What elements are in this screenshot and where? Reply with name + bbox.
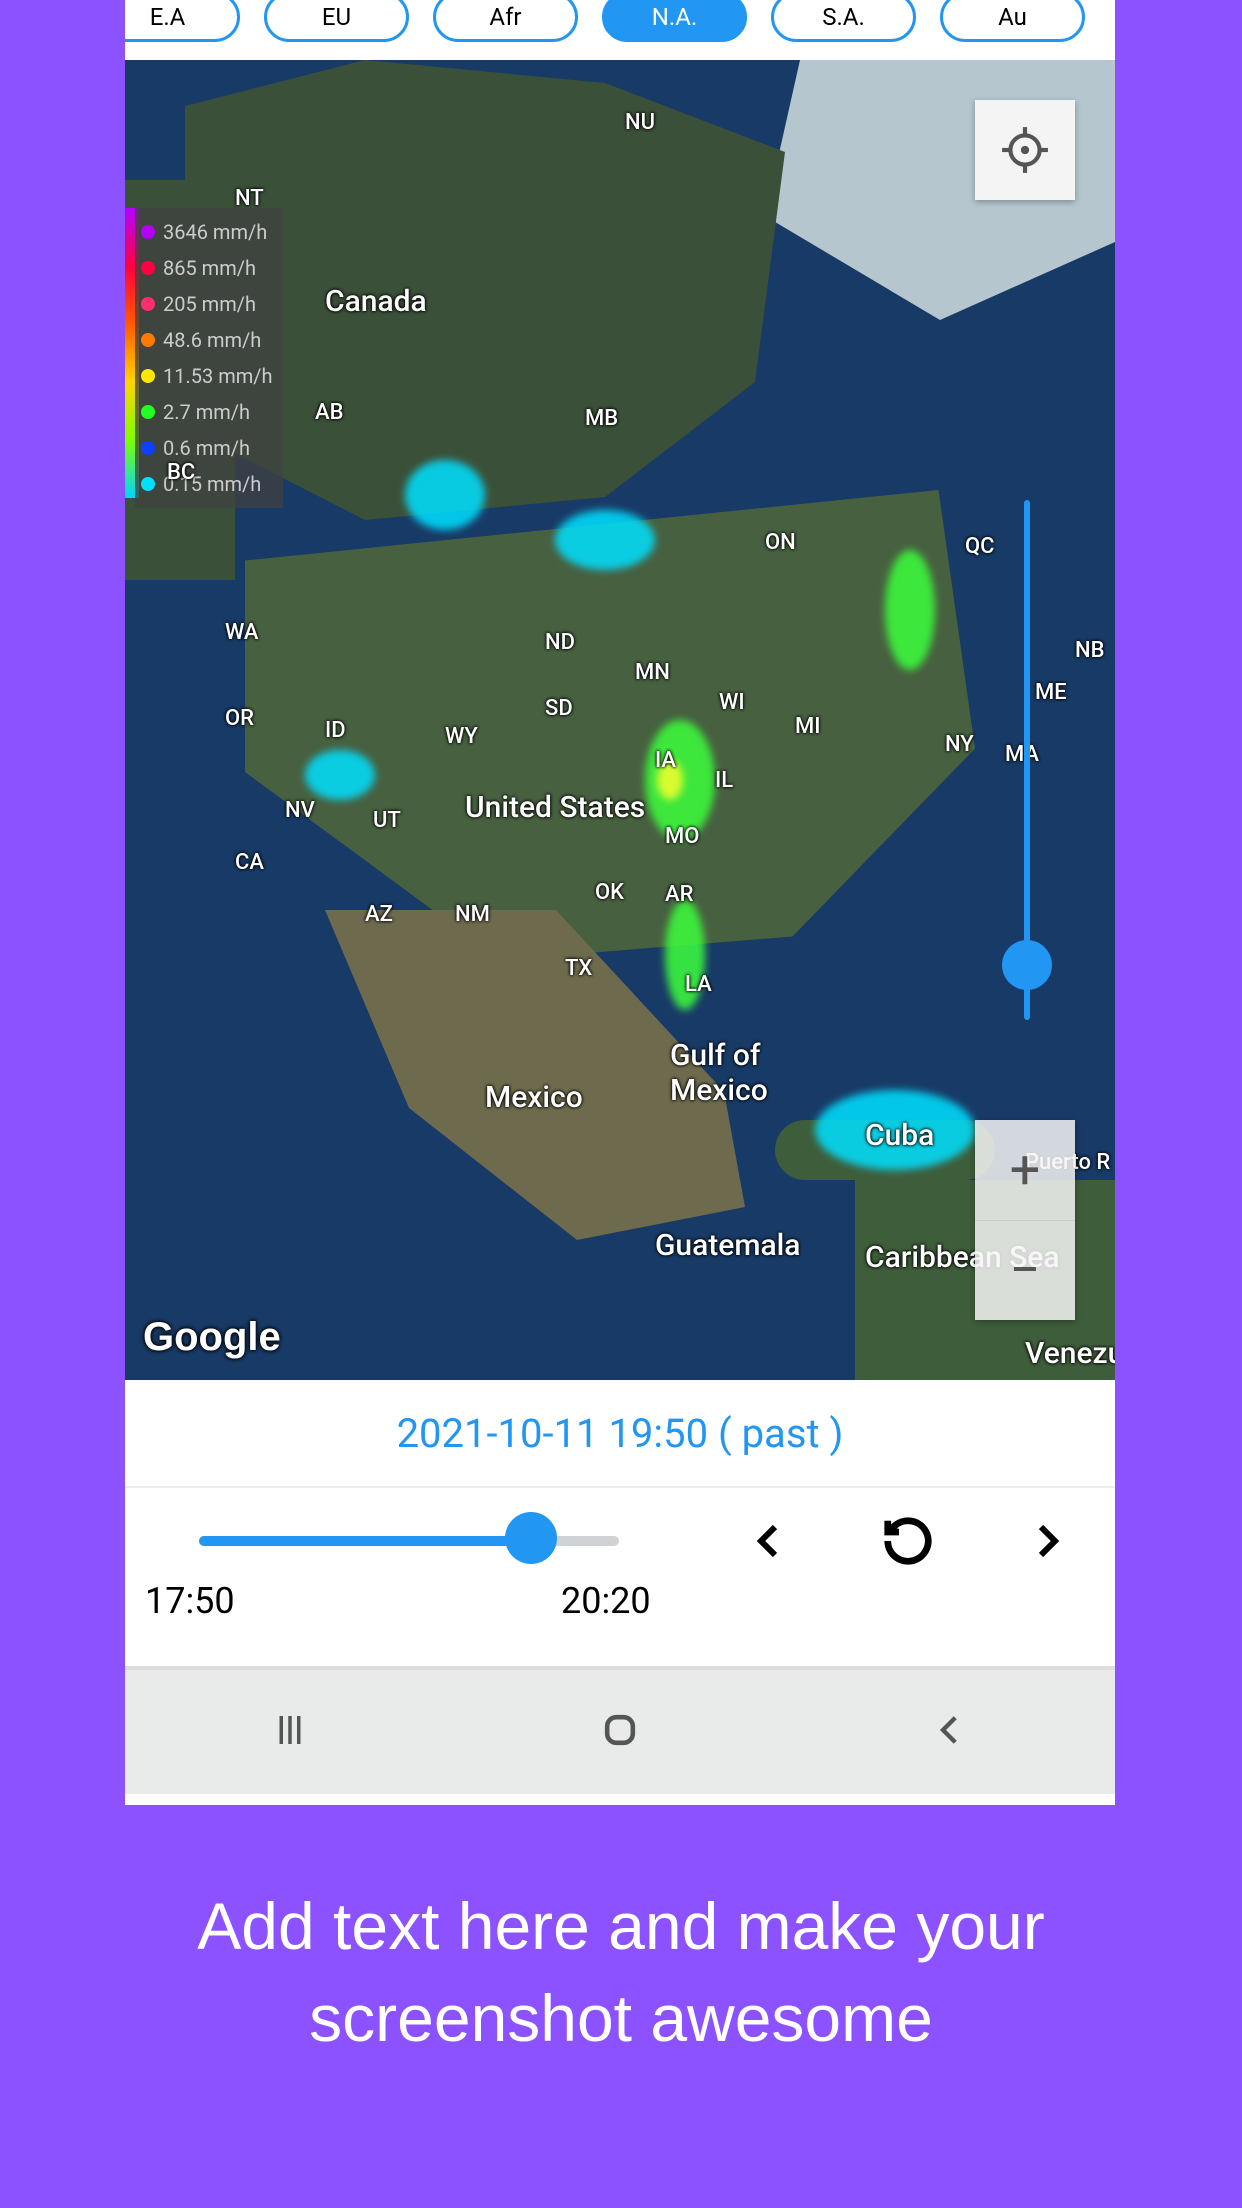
time-slider-thumb[interactable] bbox=[505, 1512, 557, 1564]
map-label: ON bbox=[765, 530, 796, 555]
map-label: CA bbox=[235, 850, 264, 875]
tab-au[interactable]: Au bbox=[940, 0, 1085, 42]
map-label: NM bbox=[455, 902, 490, 927]
legend-value: 2.7 mm/h bbox=[163, 400, 250, 424]
map-label: MI bbox=[795, 714, 820, 739]
region-tabs: E.A EU Afr N.A. S.A. Au bbox=[125, 0, 1115, 60]
map-label: AR bbox=[665, 882, 693, 907]
precip-legend: 3646 mm/h 865 mm/h 205 mm/h 48.6 mm/h 11.53 … bbox=[135, 208, 283, 508]
map-label: NT bbox=[235, 186, 264, 211]
tab-afr[interactable]: Afr bbox=[433, 0, 578, 42]
step-forward-button[interactable] bbox=[1023, 1512, 1071, 1570]
legend-dot bbox=[141, 405, 155, 419]
map-label: WI bbox=[719, 690, 745, 715]
legend-row: 865 mm/h bbox=[141, 250, 273, 286]
map-label: IA bbox=[655, 748, 676, 773]
legend-dot bbox=[141, 369, 155, 383]
locate-button[interactable] bbox=[975, 100, 1075, 200]
home-icon bbox=[598, 1708, 642, 1752]
back-icon bbox=[929, 1709, 971, 1751]
map-label: MA bbox=[1005, 742, 1039, 767]
legend-row: 2.7 mm/h bbox=[141, 394, 273, 430]
recents-button[interactable] bbox=[269, 1709, 311, 1755]
refresh-button[interactable] bbox=[881, 1512, 935, 1570]
legend-value: 205 mm/h bbox=[163, 292, 256, 316]
legend-row: 205 mm/h bbox=[141, 286, 273, 322]
legend-value: 11.53 mm/h bbox=[163, 364, 273, 388]
map-label: SD bbox=[545, 696, 573, 721]
map-label: TX bbox=[565, 956, 592, 981]
legend-value: 0.6 mm/h bbox=[163, 436, 250, 460]
legend-row: 0.6 mm/h bbox=[141, 430, 273, 466]
tab-eu[interactable]: EU bbox=[264, 0, 409, 42]
map-label: NB bbox=[1075, 638, 1105, 663]
legend-row: 3646 mm/h bbox=[141, 214, 273, 250]
legend-dot bbox=[141, 333, 155, 347]
tab-ea[interactable]: E.A bbox=[125, 0, 240, 42]
legend-row: 48.6 mm/h bbox=[141, 322, 273, 358]
zoom-in-button[interactable]: + bbox=[975, 1120, 1075, 1220]
map-label: WY bbox=[445, 724, 478, 749]
legend-row: 0.15 mm/h bbox=[141, 466, 273, 502]
time-start-label: 17:50 bbox=[145, 1580, 235, 1622]
zoom-controls: + − bbox=[975, 1120, 1075, 1320]
android-nav-bar bbox=[125, 1668, 1115, 1794]
frame-timestamp: 2021-10-11 19:50 ( past ) bbox=[125, 1380, 1115, 1488]
map-label: Gulf of Mexico bbox=[670, 1038, 768, 1108]
crosshair-icon bbox=[1000, 125, 1050, 175]
map-label: LA bbox=[685, 972, 712, 997]
map-label: Mexico bbox=[485, 1080, 583, 1115]
back-button[interactable] bbox=[929, 1709, 971, 1755]
timeline-controls: 17:50 20:20 bbox=[125, 1488, 1115, 1668]
map-label: Cuba bbox=[865, 1118, 934, 1153]
map-label: IL bbox=[715, 768, 733, 793]
map-label: ND bbox=[545, 630, 575, 655]
map-label: ME bbox=[1035, 680, 1067, 705]
map-label: Canada bbox=[325, 284, 427, 319]
legend-row: 11.53 mm/h bbox=[141, 358, 273, 394]
map-label: NY bbox=[945, 732, 974, 757]
map-label: AB bbox=[315, 400, 343, 425]
legend-dot bbox=[141, 297, 155, 311]
map-label: MB bbox=[585, 406, 618, 431]
map-label: MN bbox=[635, 660, 670, 685]
tab-na[interactable]: N.A. bbox=[602, 0, 747, 42]
layer-opacity-thumb[interactable] bbox=[1002, 940, 1052, 990]
map-label: WA bbox=[225, 620, 259, 645]
legend-dot bbox=[141, 225, 155, 239]
map-label: Venezu bbox=[1025, 1336, 1115, 1371]
map-label: ID bbox=[325, 718, 346, 743]
legend-dot bbox=[141, 441, 155, 455]
map-label: MO bbox=[665, 824, 699, 849]
map-label: QC bbox=[965, 534, 995, 559]
tab-sa[interactable]: S.A. bbox=[771, 0, 916, 42]
step-back-button[interactable] bbox=[745, 1512, 793, 1570]
legend-value: 48.6 mm/h bbox=[163, 328, 261, 352]
map-label: OK bbox=[595, 880, 624, 905]
phone-screenshot: E.A EU Afr N.A. S.A. Au 3646 mm/h 865 mm/… bbox=[125, 0, 1115, 1805]
legend-value: 3646 mm/h bbox=[163, 220, 267, 244]
radar-map[interactable]: 3646 mm/h 865 mm/h 205 mm/h 48.6 mm/h 11.53 … bbox=[125, 60, 1115, 1380]
legend-dot bbox=[141, 261, 155, 275]
map-label: BC bbox=[167, 460, 195, 485]
legend-dot bbox=[141, 477, 155, 491]
recents-icon bbox=[269, 1709, 311, 1751]
chevron-right-icon bbox=[1023, 1512, 1071, 1570]
map-label: OR bbox=[225, 706, 254, 731]
map-label: AZ bbox=[365, 902, 393, 927]
map-label: Guatemala bbox=[655, 1228, 800, 1263]
time-end-label: 20:20 bbox=[561, 1580, 651, 1622]
promo-caption: Add text here and make your screenshot a… bbox=[0, 1880, 1242, 2065]
map-attribution: Google bbox=[143, 1315, 281, 1360]
legend-value: 865 mm/h bbox=[163, 256, 256, 280]
map-label: NV bbox=[285, 798, 315, 823]
map-label: UT bbox=[373, 808, 401, 833]
map-label: NU bbox=[625, 110, 655, 135]
refresh-icon bbox=[881, 1512, 935, 1570]
chevron-left-icon bbox=[745, 1512, 793, 1570]
home-button[interactable] bbox=[598, 1708, 642, 1756]
zoom-out-button[interactable]: − bbox=[975, 1220, 1075, 1320]
map-label: United States bbox=[465, 790, 645, 825]
